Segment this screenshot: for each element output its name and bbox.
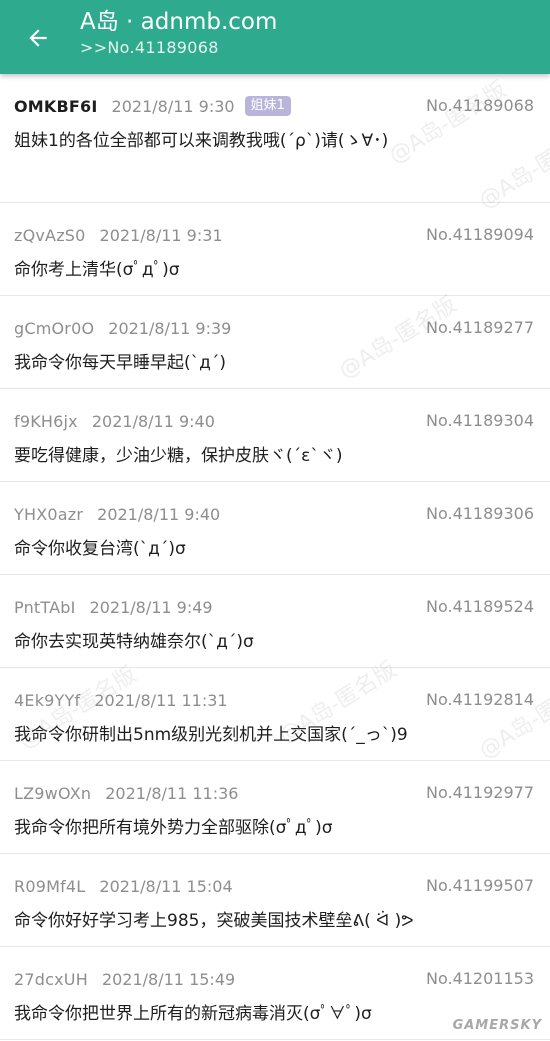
post-number[interactable]: No.41189094 bbox=[426, 223, 534, 247]
post-meta: 27dcxUH 2021/8/11 15:49 bbox=[14, 967, 235, 991]
post-number[interactable]: No.41201153 bbox=[426, 967, 534, 991]
post-item[interactable]: zQvAzS0 2021/8/11 9:31 No.41189094 命你考上清… bbox=[0, 203, 550, 296]
post-content: 姐妹1的各位全部都可以来调教我哦(´ρ`)请(ゝ∀･) bbox=[14, 131, 389, 151]
post-content: 命你考上清华(σﾟдﾟ)σ bbox=[14, 260, 180, 280]
post-content: 我命令你把所有境外势力全部驱除(σﾟдﾟ)σ bbox=[14, 818, 333, 838]
post-meta: f9KH6jx 2021/8/11 9:40 bbox=[14, 409, 215, 433]
post-time: 2021/8/11 9:40 bbox=[97, 504, 221, 524]
post-item[interactable]: f9KH6jx 2021/8/11 9:40 No.41189304 要吃得健康… bbox=[0, 389, 550, 482]
post-item[interactable]: R09Mf4L 2021/8/11 15:04 No.41199507 命令你好… bbox=[0, 854, 550, 947]
reply-list: OMKBF6I 2021/8/11 9:30 姐妹1 No.41189068 姐… bbox=[0, 74, 550, 1040]
post-meta: LZ9wOXn 2021/8/11 11:36 bbox=[14, 781, 238, 805]
post-time: 2021/8/11 9:49 bbox=[89, 597, 213, 617]
post-content: 命令你收复台湾(`д´)σ bbox=[14, 539, 186, 559]
post-item[interactable]: 4Ek9YYf 2021/8/11 11:31 No.41192814 我命令你… bbox=[0, 668, 550, 761]
post-item[interactable]: gCmOr0O 2021/8/11 9:39 No.41189277 我命令你每… bbox=[0, 296, 550, 389]
user-id[interactable]: YHX0azr bbox=[14, 505, 83, 524]
post-number[interactable]: No.41189524 bbox=[426, 595, 534, 619]
post-meta: YHX0azr 2021/8/11 9:40 bbox=[14, 502, 220, 526]
post-content: 我命令你研制出5nm级别光刻机并上交国家(´_っ`)9 bbox=[14, 725, 408, 745]
post-time: 2021/8/11 15:49 bbox=[101, 969, 236, 989]
user-id[interactable]: R09Mf4L bbox=[14, 877, 85, 896]
user-id[interactable]: zQvAzS0 bbox=[14, 226, 86, 245]
post-number[interactable]: No.41189277 bbox=[426, 316, 534, 340]
user-id[interactable]: 27dcxUH bbox=[14, 970, 88, 989]
post-item[interactable]: YHX0azr 2021/8/11 9:40 No.41189306 命令你收复… bbox=[0, 482, 550, 575]
post-time: 2021/8/11 9:30 bbox=[111, 96, 235, 116]
post-number[interactable]: No.41192977 bbox=[426, 781, 534, 805]
po-badge: 姐妹1 bbox=[244, 96, 291, 116]
post-meta: R09Mf4L 2021/8/11 15:04 bbox=[14, 874, 233, 898]
post-meta: OMKBF6I 2021/8/11 9:30 姐妹1 bbox=[14, 94, 291, 118]
thread-id: >>No.41189068 bbox=[80, 38, 219, 57]
app-bar: A岛 · adnmb.com >>No.41189068 bbox=[0, 0, 550, 74]
post-time: 2021/8/11 9:31 bbox=[99, 225, 223, 245]
post-number[interactable]: No.41199507 bbox=[426, 874, 534, 898]
site-logo-watermark: GAMERSKY bbox=[452, 1018, 542, 1033]
post-meta: gCmOr0O 2021/8/11 9:39 bbox=[14, 316, 231, 340]
back-button[interactable] bbox=[20, 20, 56, 56]
post-content: 命你去实现英特纳雄奈尔(`д´)σ bbox=[14, 632, 254, 652]
post-time: 2021/8/11 11:36 bbox=[105, 783, 239, 803]
post-meta: PntTAbI 2021/8/11 9:49 bbox=[14, 595, 213, 619]
user-id[interactable]: PntTAbI bbox=[14, 598, 76, 617]
post-number[interactable]: No.41192814 bbox=[426, 688, 534, 712]
post-time: 2021/8/11 11:31 bbox=[94, 690, 228, 710]
page-title: A岛 · adnmb.com bbox=[80, 9, 278, 35]
post-content: 命令你好好学习考上985，突破美国技术壁垒ᕕ( ᐛ )ᕗ bbox=[14, 911, 414, 931]
post-number[interactable]: No.41189068 bbox=[426, 94, 534, 118]
post-content: 我命令你每天早睡早起(`д´) bbox=[14, 353, 227, 373]
post-meta: zQvAzS0 2021/8/11 9:31 bbox=[14, 223, 223, 247]
post-time: 2021/8/11 9:40 bbox=[91, 411, 215, 431]
post-time: 2021/8/11 15:04 bbox=[99, 876, 233, 896]
post-item[interactable]: LZ9wOXn 2021/8/11 11:36 No.41192977 我命令你… bbox=[0, 761, 550, 854]
post-meta: 4Ek9YYf 2021/8/11 11:31 bbox=[14, 688, 228, 712]
user-id[interactable]: 4Ek9YYf bbox=[14, 691, 80, 710]
user-id[interactable]: f9KH6jx bbox=[14, 412, 78, 431]
user-id[interactable]: gCmOr0O bbox=[14, 319, 94, 338]
post-number[interactable]: No.41189304 bbox=[426, 409, 534, 433]
post-number[interactable]: No.41189306 bbox=[426, 502, 534, 526]
user-id[interactable]: OMKBF6I bbox=[14, 97, 98, 116]
post-content: 要吃得健康，少油少糖，保护皮肤ヾ(´ε`ヾ) bbox=[14, 446, 343, 466]
arrow-left-icon bbox=[29, 29, 47, 47]
post-time: 2021/8/11 9:39 bbox=[108, 318, 232, 338]
post-item[interactable]: PntTAbI 2021/8/11 9:49 No.41189524 命你去实现… bbox=[0, 575, 550, 668]
user-id[interactable]: LZ9wOXn bbox=[14, 784, 91, 803]
post-item[interactable]: OMKBF6I 2021/8/11 9:30 姐妹1 No.41189068 姐… bbox=[0, 74, 550, 203]
